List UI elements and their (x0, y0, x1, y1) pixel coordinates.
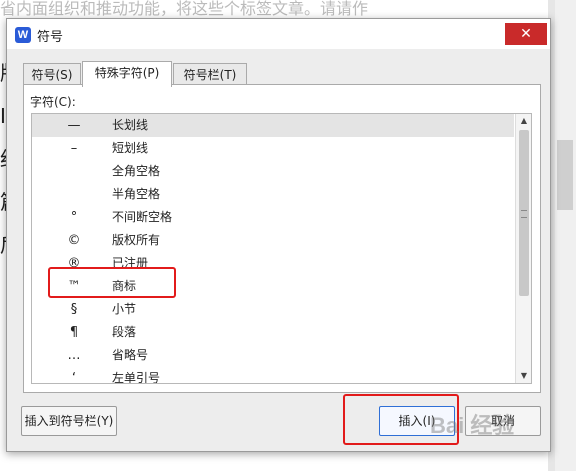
list-item[interactable]: ° 不间断空格 (32, 206, 514, 229)
character-name: 小节 (112, 302, 137, 316)
scroll-down-icon[interactable]: ▼ (516, 369, 531, 383)
character-name: 段落 (112, 325, 137, 339)
characters-list[interactable]: — 长划线 – 短划线 全角空格 半角空格 ° 不间断空格 © 版权所有 ® 已… (31, 113, 532, 384)
character-name: 左单引号 (112, 371, 161, 384)
wps-logo-icon: W (15, 27, 31, 43)
character-name: 全角空格 (112, 164, 161, 178)
list-item[interactable]: — 长划线 (32, 114, 514, 137)
watermark: Bai 经验 (430, 413, 515, 438)
tab-special-characters[interactable]: 特殊字符(P) (82, 61, 172, 87)
dialog-title: 符号 (37, 30, 64, 45)
list-item[interactable]: – 短划线 (32, 137, 514, 160)
document-top-text: 省内面组织和推动功能，将这些个标签文章。请请作 (0, 0, 576, 18)
tab-symbols[interactable]: 符号(S) (23, 63, 81, 86)
character-symbol: ° (70, 210, 78, 225)
list-item[interactable]: ‘ 左单引号 (32, 367, 514, 384)
character-name: 省略号 (112, 348, 149, 362)
character-name: 不间断空格 (112, 210, 173, 224)
scroll-grip-icon (521, 210, 527, 218)
characters-label: 字符(C): (30, 95, 76, 109)
character-symbol: © (67, 233, 81, 248)
character-symbol: § (70, 302, 78, 317)
character-name: 半角空格 (112, 187, 161, 201)
insert-to-symbol-bar-button[interactable]: 插入到符号栏(Y) (21, 406, 117, 436)
trademark-highlight-box (48, 267, 176, 298)
character-symbol: ¶ (69, 325, 79, 340)
list-item[interactable]: … 省略号 (32, 344, 514, 367)
tab-symbol-bar[interactable]: 符号栏(T) (173, 63, 247, 86)
symbol-dialog: W 符号 ✕ 符号(S) 特殊字符(P) 符号栏(T) 字符(C): — 长划线… (6, 18, 551, 452)
character-symbol: ‘ (71, 371, 77, 384)
close-icon[interactable]: ✕ (505, 23, 547, 45)
list-item[interactable]: 全角空格 (32, 160, 514, 183)
document-scroll-thumb[interactable] (557, 140, 573, 210)
list-item[interactable]: © 版权所有 (32, 229, 514, 252)
character-name: 版权所有 (112, 233, 161, 247)
character-symbol: … (67, 348, 81, 363)
list-item[interactable]: § 小节 (32, 298, 514, 321)
document-scrollbar[interactable] (555, 0, 576, 471)
character-name: 长划线 (112, 118, 149, 132)
character-name: 短划线 (112, 141, 149, 155)
list-item[interactable]: 半角空格 (32, 183, 514, 206)
list-item[interactable]: ¶ 段落 (32, 321, 514, 344)
scroll-up-icon[interactable]: ▲ (516, 114, 531, 128)
character-symbol: – (70, 141, 78, 156)
character-symbol: — (67, 118, 81, 133)
list-scrollbar[interactable]: ▲ ▼ (515, 114, 531, 383)
special-characters-panel: 字符(C): — 长划线 – 短划线 全角空格 半角空格 ° 不间断空格 © 版… (23, 84, 541, 393)
dialog-titlebar[interactable]: W 符号 ✕ (7, 19, 550, 49)
